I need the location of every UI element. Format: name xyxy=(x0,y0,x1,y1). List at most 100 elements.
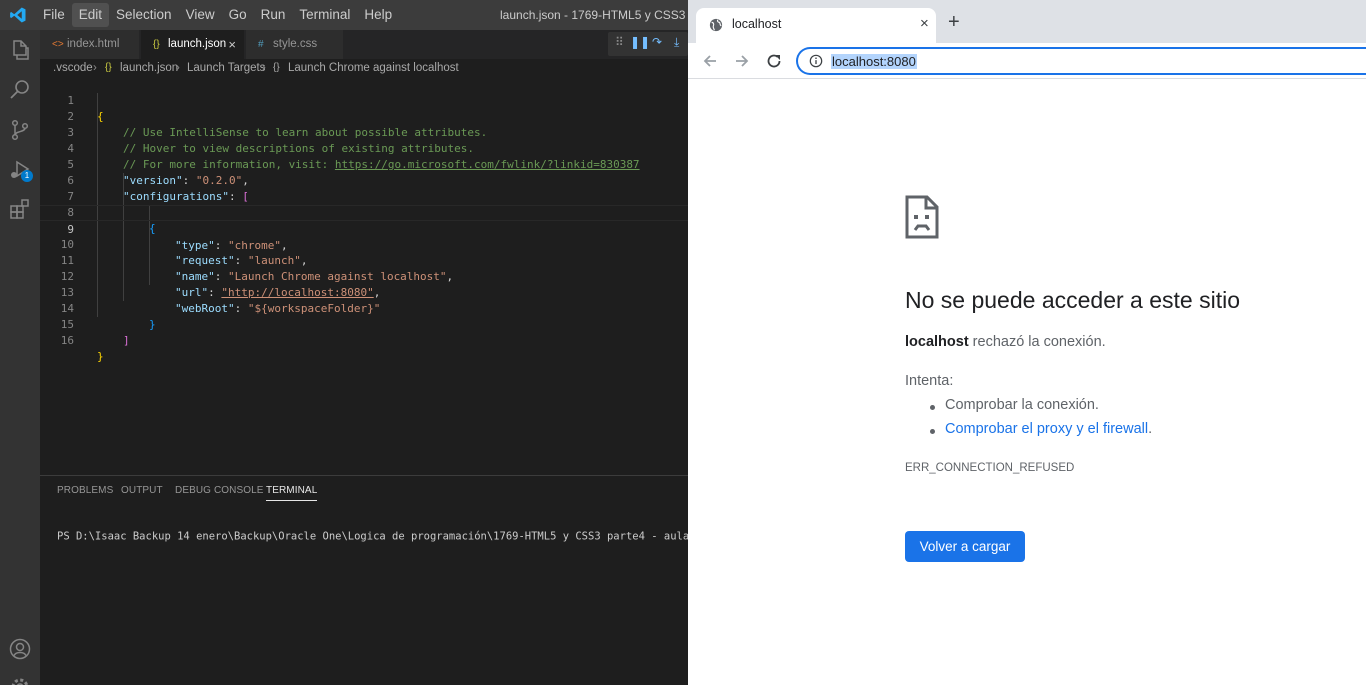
object-icon: {} xyxy=(273,62,280,73)
extensions-icon[interactable] xyxy=(8,198,32,222)
json-file-icon: {} xyxy=(105,62,112,73)
manage-gear-icon[interactable] xyxy=(8,675,32,685)
code-line: 8 { xyxy=(40,189,688,235)
new-tab-button[interactable]: + xyxy=(948,12,960,32)
address-bar[interactable]: localhost:8080 xyxy=(796,47,1366,75)
bracket: ] xyxy=(123,334,130,347)
vscode-titlebar: File Edit Selection View Go Run Terminal… xyxy=(0,0,688,30)
reload-button[interactable]: Volver a cargar xyxy=(905,531,1025,562)
error-text: rechazó la conexión. xyxy=(968,334,1106,350)
menu-go[interactable]: Go xyxy=(222,0,254,30)
menu-edit[interactable]: Edit xyxy=(71,3,110,27)
explorer-icon[interactable] xyxy=(8,38,32,62)
json-file-icon: {} xyxy=(153,39,160,50)
forward-arrow-icon[interactable] xyxy=(732,51,752,71)
step-over-icon[interactable]: ↷ xyxy=(652,35,662,49)
tab-launch-json[interactable]: {} launch.json × xyxy=(141,30,245,59)
code-line: 10 "request": "launch", xyxy=(40,221,688,267)
tab-style-css[interactable]: # style.css xyxy=(246,30,344,59)
info-icon[interactable] xyxy=(809,54,823,68)
tab-problems[interactable]: PROBLEMS xyxy=(57,485,113,496)
tab-close-icon[interactable]: × xyxy=(920,15,929,32)
debug-badge: 1 xyxy=(21,170,33,182)
back-arrow-icon[interactable] xyxy=(700,51,720,71)
try-label: Intenta: xyxy=(905,373,954,389)
account-icon[interactable] xyxy=(8,637,32,661)
pause-icon[interactable]: ❚❚ xyxy=(630,35,650,49)
window-title: launch.json - 1769-HTML5 y CSS3 p xyxy=(500,8,688,22)
browser-toolbar: localhost:8080 xyxy=(688,43,1366,79)
code-line: 6 "configurations": [ xyxy=(40,157,688,203)
chevron-right-icon: › xyxy=(93,62,97,74)
tab-index-html[interactable]: <> index.html xyxy=(40,30,140,59)
code-line: 13 "webRoot": "${workspaceFolder}" xyxy=(40,269,688,315)
suggestion-proxy-firewall-link[interactable]: Comprobar el proxy y el firewall xyxy=(945,421,1148,437)
source-control-icon[interactable] xyxy=(8,118,32,142)
code-line: 1 { xyxy=(40,77,688,123)
suggestion-list: Comprobar la conexión. Comprobar el prox… xyxy=(905,397,1152,445)
tab-label: style.css xyxy=(273,38,318,50)
terminal-prompt: PS D:\Isaac Backup 14 enero\Backup\Oracl… xyxy=(57,530,688,543)
bottom-panel: PROBLEMS OUTPUT DEBUG CONSOLE TERMINAL P… xyxy=(40,475,688,685)
brace: } xyxy=(97,350,104,363)
browser-tab[interactable]: localhost × xyxy=(696,8,936,43)
chevron-right-icon: › xyxy=(176,62,180,74)
code-editor[interactable]: 1 { 2 // Use IntelliSense to learn about… xyxy=(40,77,688,475)
tab-terminal[interactable]: TERMINAL xyxy=(266,485,318,501)
code-line: 7 xyxy=(40,173,688,203)
tab-label: launch.json xyxy=(168,38,227,50)
code-line: 12 "url": "http://localhost:8080", xyxy=(40,253,688,299)
breadcrumb-folder[interactable]: .vscode xyxy=(53,59,93,77)
error-message: localhost rechazó la conexión. xyxy=(905,334,1106,350)
editor-tabs: <> index.html {} launch.json × # style.c… xyxy=(40,30,688,59)
chrome-window: localhost × + localhost:8080 No se puede… xyxy=(688,0,1366,685)
code-line: 11 "name": "Launch Chrome against localh… xyxy=(40,237,688,283)
menu-run[interactable]: Run xyxy=(254,0,293,30)
breadcrumb-file[interactable]: launch.json xyxy=(120,59,178,77)
code-line: 5 "version": "0.2.0", xyxy=(40,141,688,187)
sad-page-icon xyxy=(905,195,939,239)
code-line: 3 // Hover to view descriptions of exist… xyxy=(40,109,688,155)
code-line-current: 9 "type": "chrome", xyxy=(40,205,688,252)
url-text[interactable]: localhost:8080 xyxy=(831,54,917,69)
list-item: Comprobar la conexión. xyxy=(905,397,1152,421)
menu-view[interactable]: View xyxy=(179,0,222,30)
tab-close-icon[interactable]: × xyxy=(228,30,236,59)
drag-handle-icon[interactable]: ⠿ xyxy=(615,35,624,49)
step-into-icon[interactable]: ⤓ xyxy=(674,35,679,50)
activity-bar: 1 xyxy=(0,30,40,685)
tab-label: index.html xyxy=(67,38,120,50)
vscode-logo-icon xyxy=(10,7,26,23)
line-number: 16 xyxy=(60,334,74,347)
terminal[interactable]: PS D:\Isaac Backup 14 enero\Backup\Oracl… xyxy=(57,530,688,543)
menu-terminal[interactable]: Terminal xyxy=(292,0,357,30)
menu-help[interactable]: Help xyxy=(357,0,399,30)
code-line: 2 // Use IntelliSense to learn about pos… xyxy=(40,93,688,139)
reload-icon[interactable] xyxy=(764,51,784,71)
breadcrumb-item[interactable]: Launch Chrome against localhost xyxy=(288,59,459,77)
code-line: 14 } xyxy=(40,285,688,331)
tab-output[interactable]: OUTPUT xyxy=(121,485,163,496)
menu-bar: File Edit Selection View Go Run Terminal… xyxy=(36,0,399,30)
html-file-icon: <> xyxy=(52,39,64,50)
code-line: 4 // For more information, visit: https:… xyxy=(40,125,688,171)
vscode-window: File Edit Selection View Go Run Terminal… xyxy=(0,0,688,685)
code-line: 16 } xyxy=(40,317,688,363)
globe-icon xyxy=(709,18,723,32)
search-icon[interactable] xyxy=(8,78,32,102)
suggestion-period: . xyxy=(1148,421,1153,437)
suggestion-check-connection: Comprobar la conexión. xyxy=(945,397,1099,413)
menu-file[interactable]: File xyxy=(36,0,72,30)
tab-debug-console[interactable]: DEBUG CONSOLE xyxy=(175,485,264,496)
chrome-tab-strip: localhost × + xyxy=(688,0,1366,43)
debug-toolbar: ⠿ ❚❚ ↷ ⤓ xyxy=(608,32,688,56)
error-code: ERR_CONNECTION_REFUSED xyxy=(905,462,1075,474)
chevron-right-icon: › xyxy=(262,62,266,74)
breadcrumb: .vscode › {} launch.json › Launch Target… xyxy=(40,59,688,77)
menu-selection[interactable]: Selection xyxy=(109,0,179,30)
error-title: No se puede acceder a este sitio xyxy=(905,287,1240,313)
list-item: Comprobar el proxy y el firewall. xyxy=(905,421,1152,445)
css-file-icon: # xyxy=(258,39,264,50)
breadcrumb-section[interactable]: Launch Targets xyxy=(187,59,265,77)
code-line: 15 ] xyxy=(40,301,688,347)
